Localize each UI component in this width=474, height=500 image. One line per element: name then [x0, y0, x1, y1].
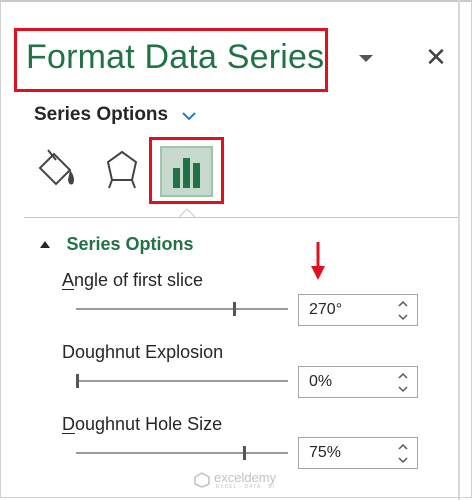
hole-size-input[interactable]: 75% [298, 437, 418, 469]
pane-edge [458, 0, 460, 500]
label-rest: Doughnut Explosion [62, 342, 224, 362]
slider-thumb[interactable] [232, 302, 236, 316]
angle-slider[interactable] [76, 302, 288, 316]
spin-value: 0% [309, 373, 333, 390]
series-options-menu-label: Series Options [34, 104, 169, 125]
angle-input[interactable]: 270° [298, 294, 418, 326]
bar-chart-icon [173, 158, 200, 188]
label-rest: oughnut Hole Size [75, 414, 223, 434]
label-rest: ngle of first slice [74, 270, 204, 290]
spin-value: 75% [309, 444, 342, 461]
spin-down-icon[interactable] [397, 384, 409, 394]
paint-bucket-icon [38, 149, 74, 186]
spin-down-icon[interactable] [397, 455, 409, 465]
caret-down-icon [359, 55, 373, 62]
red-arrow-annotation [311, 242, 325, 280]
tab-fill-line[interactable] [34, 146, 80, 192]
spin-up-icon[interactable] [397, 371, 409, 381]
explosion-input[interactable]: 0% [298, 366, 418, 398]
spin-value: 270° [309, 301, 343, 318]
watermark-tagline: EXCEL · DATA · BI [216, 484, 276, 490]
explosion-slider[interactable] [76, 374, 288, 388]
exceldemy-logo-icon [194, 472, 210, 488]
doughnut-hole-size-label: Doughnut Hole Size [62, 414, 222, 435]
collapse-caret-icon [40, 241, 50, 248]
chevron-down-icon [181, 112, 196, 121]
tab-effects[interactable] [100, 146, 146, 192]
spin-up-icon[interactable] [397, 442, 409, 452]
section-header[interactable]: Series Options [40, 234, 194, 256]
series-options-menu[interactable]: Series Options [34, 104, 197, 128]
label-accelerator: D [62, 414, 75, 434]
slider-thumb[interactable] [76, 374, 79, 388]
slider-thumb[interactable] [243, 446, 247, 460]
pentagon-icon [106, 150, 138, 189]
watermark: exceldemy EXCEL · DATA · BI [194, 468, 314, 494]
pane-title: Format Data Series [26, 38, 325, 76]
spin-up-icon[interactable] [397, 299, 409, 309]
pane-options-button[interactable] [354, 46, 378, 70]
spin-down-icon[interactable] [397, 312, 409, 322]
angle-of-first-slice-label: Angle of first slice [62, 270, 203, 291]
watermark-name: exceldemy [214, 470, 277, 485]
tab-series-options[interactable] [160, 146, 213, 197]
close-button[interactable]: ✕ [424, 44, 448, 70]
doughnut-explosion-label: Doughnut Explosion [62, 342, 223, 363]
label-accelerator: A [62, 270, 75, 290]
section-title: Series Options [66, 234, 194, 254]
tab-divider [24, 217, 458, 218]
close-icon: ✕ [425, 42, 447, 72]
hole-size-slider[interactable] [76, 446, 288, 460]
